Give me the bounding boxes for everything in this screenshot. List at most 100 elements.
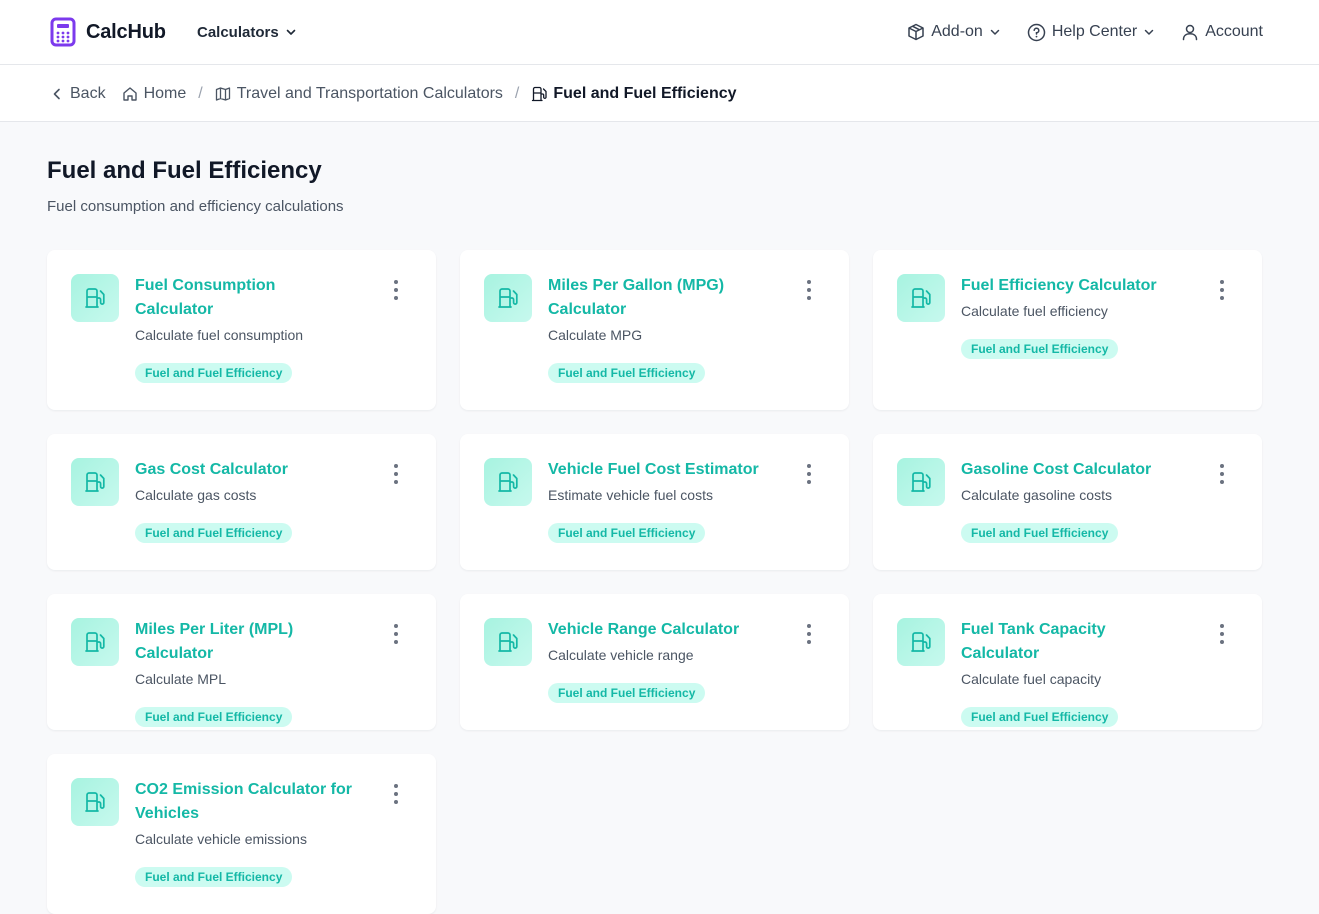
card-icon-tile [484,274,532,322]
user-icon [1182,24,1198,41]
card-body: Miles Per Liter (MPL) Calculator Calcula… [135,618,355,727]
card-title[interactable]: CO2 Emission Calculator for Vehicles [135,778,355,826]
card-title[interactable]: Vehicle Fuel Cost Estimator [548,458,768,482]
card-description: Calculate vehicle range [548,647,694,663]
category-tag[interactable]: Fuel and Fuel Efficiency [548,363,706,383]
card-description: Calculate fuel consumption [135,327,304,343]
more-options-icon[interactable] [1214,464,1230,484]
card-title[interactable]: Fuel Consumption Calculator [135,274,355,322]
calculator-card[interactable]: Fuel Tank Capacity Calculator Calculate … [873,594,1262,730]
more-options-icon[interactable] [801,624,817,644]
breadcrumb-current: Fuel and Fuel Efficiency [531,85,737,103]
card-body: Vehicle Fuel Cost Estimator Estimate veh… [548,458,768,543]
calculator-card[interactable]: Fuel Efficiency Calculator Calculate fue… [873,250,1262,410]
help-circle-icon [1027,23,1046,41]
breadcrumb-separator: / [198,84,203,102]
brand-name: CalcHub [86,20,166,43]
calculator-card[interactable]: Miles Per Gallon (MPG) Calculator Calcul… [460,250,849,410]
calculator-logo-icon [50,17,76,47]
page-title: Fuel and Fuel Efficiency [47,157,322,184]
calculator-card[interactable]: Vehicle Fuel Cost Estimator Estimate veh… [460,434,849,570]
card-title[interactable]: Gas Cost Calculator [135,458,355,482]
card-icon-tile [71,618,119,666]
more-options-icon[interactable] [388,280,404,300]
card-icon-tile [897,458,945,506]
more-options-icon[interactable] [801,464,817,484]
category-tag[interactable]: Fuel and Fuel Efficiency [548,683,706,703]
home-icon [122,86,137,101]
card-title[interactable]: Fuel Tank Capacity Calculator [961,618,1181,666]
more-options-icon[interactable] [1214,280,1230,300]
calculator-card[interactable]: Gas Cost Calculator Calculate gas costs … [47,434,436,570]
calculators-menu-button[interactable]: Calculators [197,20,297,44]
card-body: CO2 Emission Calculator for Vehicles Cal… [135,778,355,887]
card-description: Calculate vehicle emissions [135,831,307,847]
category-tag[interactable]: Fuel and Fuel Efficiency [135,867,293,887]
breadcrumb-category-link[interactable]: Travel and Transportation Calculators [215,85,503,103]
card-title[interactable]: Miles Per Gallon (MPG) Calculator [548,274,768,322]
fuel-pump-icon [498,288,518,308]
card-title[interactable]: Vehicle Range Calculator [548,618,768,642]
card-icon-tile [71,458,119,506]
card-description: Calculate fuel efficiency [961,303,1108,319]
fuel-pump-icon [498,632,518,652]
back-button[interactable]: Back [50,85,106,103]
category-tag[interactable]: Fuel and Fuel Efficiency [135,707,293,727]
addon-menu-button[interactable]: Add-on [907,23,1001,41]
account-button[interactable]: Account [1181,23,1263,41]
more-options-icon[interactable] [801,280,817,300]
fuel-pump-icon [498,472,518,492]
card-icon-tile [484,458,532,506]
package-icon [908,23,924,41]
calculator-card[interactable]: Fuel Consumption Calculator Calculate fu… [47,250,436,410]
card-body: Gas Cost Calculator Calculate gas costs … [135,458,355,543]
top-right-nav: Add-on Help Center Account [907,20,1263,44]
card-icon-tile [897,274,945,322]
help-center-menu-button[interactable]: Help Center [1027,23,1155,42]
card-icon-tile [71,274,119,322]
category-tag[interactable]: Fuel and Fuel Efficiency [135,363,293,383]
card-body: Fuel Efficiency Calculator Calculate fue… [961,274,1181,359]
brand-logo-link[interactable]: CalcHub [50,16,166,48]
card-title[interactable]: Fuel Efficiency Calculator [961,274,1181,298]
more-options-icon[interactable] [1214,624,1230,644]
breadcrumb-category-label: Travel and Transportation Calculators [236,84,503,102]
card-description: Estimate vehicle fuel costs [548,487,713,503]
fuel-pump-icon [85,288,105,308]
breadcrumb-home-label: Home [143,84,187,102]
calculator-card[interactable]: CO2 Emission Calculator for Vehicles Cal… [47,754,436,914]
map-icon [215,86,230,101]
category-tag[interactable]: Fuel and Fuel Efficiency [548,523,706,543]
fuel-pump-icon [85,632,105,652]
chevron-down-icon [286,29,296,35]
breadcrumb-home-link[interactable]: Home [122,84,187,103]
addon-label: Add-on [931,23,983,40]
calculator-card[interactable]: Miles Per Liter (MPL) Calculator Calcula… [47,594,436,730]
category-tag[interactable]: Fuel and Fuel Efficiency [961,523,1119,543]
card-description: Calculate gasoline costs [961,487,1112,503]
card-description: Calculate MPL [135,671,227,687]
category-tag[interactable]: Fuel and Fuel Efficiency [961,707,1119,727]
category-tag[interactable]: Fuel and Fuel Efficiency [135,523,293,543]
fuel-pump-icon [85,792,105,812]
more-options-icon[interactable] [388,464,404,484]
more-options-icon[interactable] [388,624,404,644]
card-title[interactable]: Miles Per Liter (MPL) Calculator [135,618,355,666]
card-title[interactable]: Gasoline Cost Calculator [961,458,1181,482]
page-subtitle: Fuel consumption and efficiency calculat… [47,198,344,215]
chevron-left-icon [53,88,60,99]
more-options-icon[interactable] [388,784,404,804]
card-icon-tile [71,778,119,826]
account-label: Account [1205,23,1263,40]
card-icon-tile [897,618,945,666]
calculator-card[interactable]: Gasoline Cost Calculator Calculate gasol… [873,434,1262,570]
calculator-card[interactable]: Vehicle Range Calculator Calculate vehic… [460,594,849,730]
breadcrumb: Back Home / Travel and Transportation Ca… [50,65,737,122]
card-description: Calculate fuel capacity [961,671,1102,687]
card-description: Calculate gas costs [135,487,257,503]
back-label: Back [70,84,106,102]
fuel-pump-icon [85,472,105,492]
category-tag[interactable]: Fuel and Fuel Efficiency [961,339,1119,359]
card-description: Calculate MPG [548,327,643,343]
card-icon-tile [484,618,532,666]
